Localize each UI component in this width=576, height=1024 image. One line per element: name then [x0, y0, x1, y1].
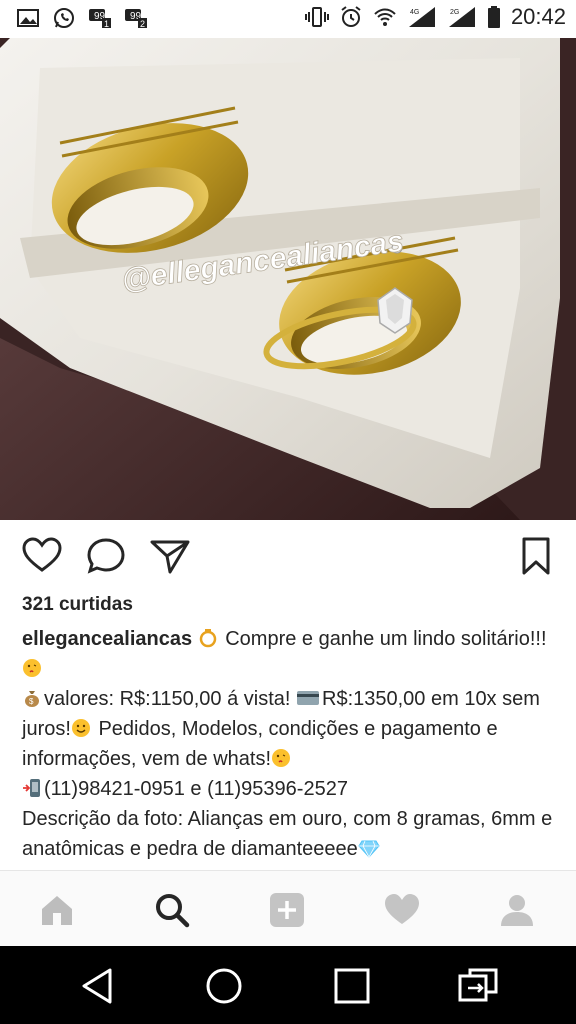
signal-4g-icon: 4G	[408, 7, 435, 27]
svg-text:1: 1	[104, 19, 109, 29]
svg-text:4G: 4G	[410, 9, 419, 16]
system-nav-bar	[0, 946, 576, 1024]
post-caption: ellegancealiancas Compre e ganhe um lind…	[22, 624, 558, 864]
post-photo[interactable]: @ellegancealiancas	[0, 38, 576, 520]
caption-line-1: Compre e ganhe um lindo solitário!!!	[219, 628, 547, 650]
card-icon	[297, 691, 319, 705]
kiss-emoji-icon-2	[272, 749, 290, 767]
home-icon[interactable]	[38, 891, 76, 929]
svg-text:$: $	[29, 697, 34, 706]
kiss-emoji-icon	[23, 659, 41, 677]
search-icon[interactable]	[153, 891, 191, 929]
caption-line-2a: valores: R$:1150,00 á vista!	[44, 688, 296, 710]
bottom-nav	[0, 870, 576, 947]
caption-username[interactable]: ellegancealiancas	[22, 628, 192, 650]
comment-icon[interactable]	[86, 536, 126, 576]
caption-phones[interactable]: (11)98421-0951 e (11)95396-2527	[44, 778, 348, 800]
likes-count[interactable]: 321 curtidas	[22, 594, 133, 616]
rings-photo: @ellegancealiancas	[0, 38, 576, 520]
profile-icon[interactable]	[498, 891, 536, 929]
status-bar: 99 1 99 2 4G 2G 20:42	[0, 0, 576, 38]
share-icon[interactable]	[150, 536, 190, 576]
heart-icon[interactable]	[22, 536, 62, 576]
svg-text:2: 2	[140, 19, 145, 29]
post-actions	[0, 520, 576, 590]
phone-icon	[23, 779, 40, 797]
chat-1-icon: 991	[89, 9, 111, 29]
svg-text:2G: 2G	[450, 9, 459, 16]
whatsapp-icon	[54, 8, 74, 28]
caption-line-2c: Pedidos, Modelos, condições e pagamento …	[22, 718, 498, 770]
signal-2g-icon: 2G	[448, 7, 475, 27]
bookmark-icon[interactable]	[516, 536, 556, 576]
money-bag-icon: $	[25, 691, 39, 707]
add-icon[interactable]	[268, 891, 306, 929]
chat-2-icon: 992	[125, 9, 147, 29]
ring-emoji-icon	[199, 629, 216, 648]
vibrate-icon	[304, 7, 329, 27]
gallery-icon	[17, 9, 39, 27]
smile-emoji-icon	[71, 719, 90, 737]
alarm-icon	[341, 6, 361, 27]
clock: 20:42	[510, 4, 566, 29]
back-icon[interactable]	[78, 966, 118, 1006]
home-circle-icon[interactable]	[204, 966, 244, 1006]
recents-icon[interactable]	[332, 966, 372, 1006]
caption-description: Descrição da foto: Alianças em ouro, com…	[22, 808, 553, 860]
activity-icon[interactable]	[383, 891, 421, 929]
switch-icon[interactable]	[458, 966, 498, 1006]
battery-icon	[487, 6, 500, 28]
diamond-icon	[358, 840, 380, 858]
wifi-icon	[374, 8, 396, 26]
